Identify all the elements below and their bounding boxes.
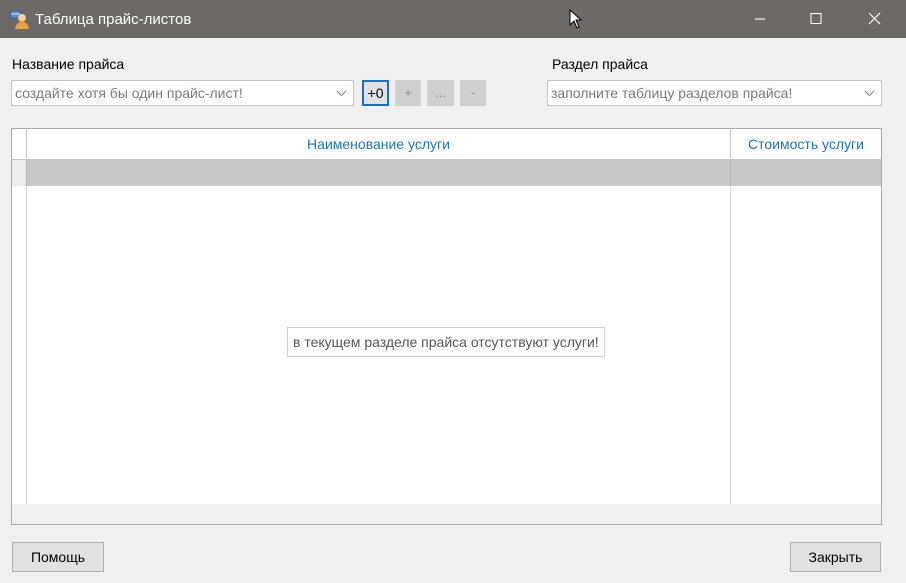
row-header-divider	[26, 186, 27, 504]
price-section-label: Раздел прайса	[552, 56, 648, 72]
close-icon	[868, 12, 881, 25]
title-bar: Таблица прайс-листов	[0, 0, 906, 38]
price-section-select[interactable]: заполните таблицу разделов прайса!	[547, 80, 882, 106]
remove-price-button[interactable]: -	[460, 80, 486, 106]
chevron-down-icon	[336, 90, 347, 97]
chevron-down-icon	[864, 90, 875, 97]
table-footer	[12, 504, 881, 524]
mouse-cursor-icon	[569, 9, 583, 29]
column-divider	[730, 160, 731, 186]
add-zero-button[interactable]: +0	[362, 80, 389, 106]
maximize-button[interactable]	[793, 0, 839, 38]
empty-table-message: в текущем разделе прайса отсутствуют усл…	[287, 327, 605, 357]
table-header: Наименование услуги Стоимость услуги	[12, 129, 881, 160]
price-name-select[interactable]: создайте хотя бы один прайс-лист!	[11, 80, 354, 106]
user-table-icon	[10, 10, 29, 29]
price-section-value: заполните таблицу разделов прайса!	[551, 85, 793, 101]
window-title: Таблица прайс-листов	[35, 11, 192, 28]
close-button[interactable]: Закрыть	[790, 542, 881, 572]
price-name-label: Название прайса	[12, 56, 125, 72]
column-divider	[730, 186, 731, 504]
column-header-service-cost[interactable]: Стоимость услуги	[731, 129, 881, 159]
column-header-service-name[interactable]: Наименование услуги	[27, 129, 731, 159]
minimize-icon	[755, 18, 765, 20]
add-price-button[interactable]: +	[395, 80, 421, 106]
table-corner[interactable]	[12, 129, 27, 159]
close-window-button[interactable]	[851, 0, 897, 38]
table-row[interactable]	[12, 160, 881, 186]
edit-price-button[interactable]: ...	[427, 80, 454, 106]
row-header[interactable]	[12, 160, 27, 186]
minimize-button[interactable]	[737, 0, 783, 38]
help-button[interactable]: Помощь	[12, 542, 104, 572]
price-name-value: создайте хотя бы один прайс-лист!	[15, 85, 243, 101]
maximize-icon	[810, 13, 822, 24]
